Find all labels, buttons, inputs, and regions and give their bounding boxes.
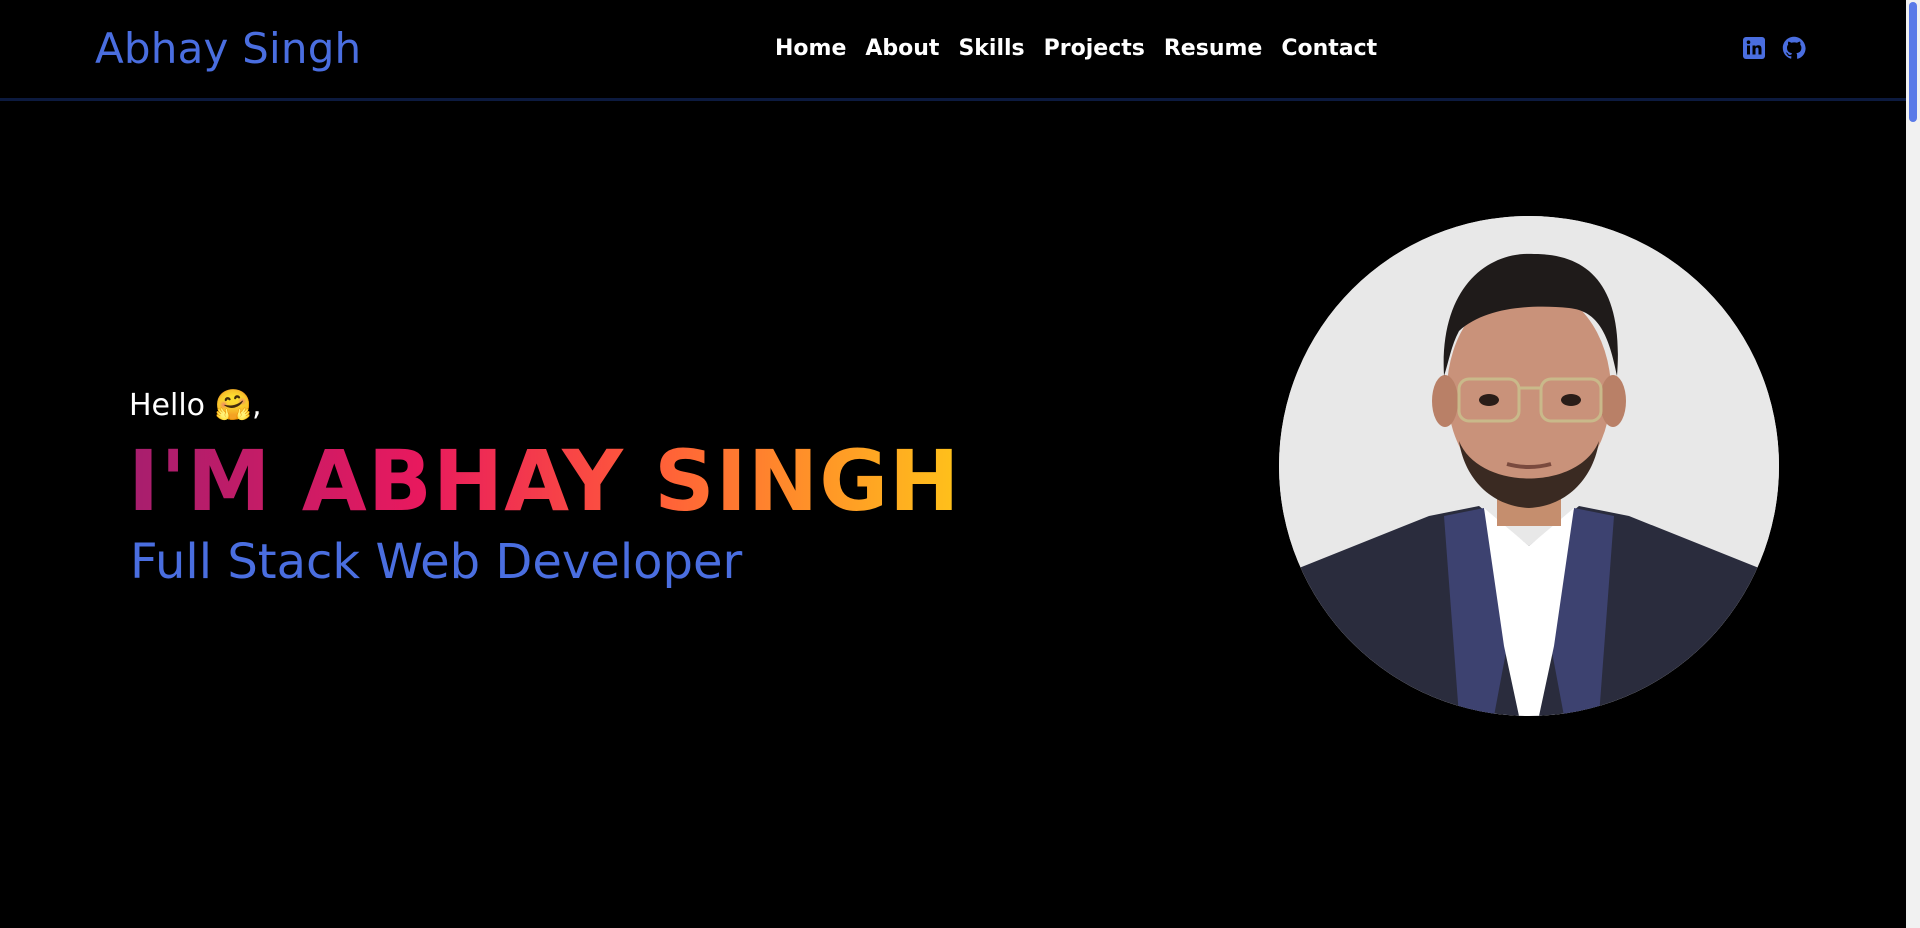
nav-link-contact[interactable]: Contact	[1281, 36, 1377, 61]
github-icon[interactable]	[1782, 36, 1806, 60]
nav-link-resume[interactable]: Resume	[1164, 36, 1262, 61]
hugging-face-emoji: 🤗	[214, 388, 252, 423]
brand-logo[interactable]: Abhay Singh	[95, 24, 361, 73]
profile-photo	[1279, 216, 1779, 716]
hero-subtitle: Full Stack Web Developer	[130, 534, 743, 590]
greeting-text: Hello	[129, 388, 206, 423]
portrait-illustration	[1279, 216, 1779, 716]
page: Abhay Singh Home About Skills Projects R…	[0, 0, 1920, 928]
nav-link-skills[interactable]: Skills	[958, 36, 1024, 61]
greeting-suffix: ,	[251, 388, 262, 423]
nav-links: Home About Skills Projects Resume Contac…	[775, 36, 1377, 61]
nav-link-home[interactable]: Home	[775, 36, 846, 61]
vertical-scrollbar[interactable]	[1906, 0, 1920, 928]
hero-greeting: Hello 🤗,	[129, 388, 262, 423]
hero-headline: I'M ABHAY SINGH	[128, 432, 961, 530]
navbar: Abhay Singh Home About Skills Projects R…	[0, 0, 1906, 101]
nav-link-projects[interactable]: Projects	[1044, 36, 1145, 61]
scrollbar-thumb[interactable]	[1909, 2, 1917, 122]
linkedin-icon[interactable]	[1742, 36, 1766, 60]
social-links	[1742, 36, 1806, 60]
nav-link-about[interactable]: About	[865, 36, 939, 61]
